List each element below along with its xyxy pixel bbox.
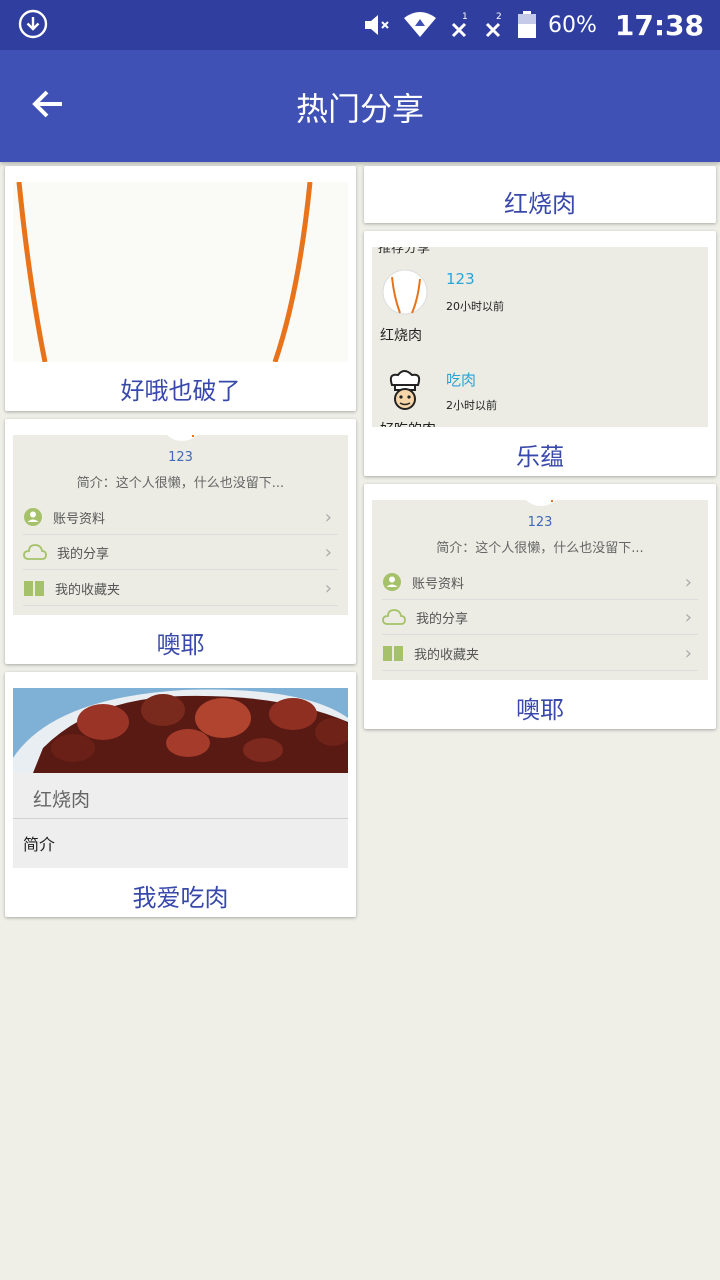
sim2-no-signal-icon: 2 — [485, 12, 502, 38]
page-title: 热门分享 — [295, 90, 424, 128]
share-card-5[interactable]: 123 简介：这个人很懒，什么也没留下... 账号资料 › 我的分享 › 我的收… — [364, 484, 716, 729]
feed-title: 红烧肉 — [380, 328, 422, 344]
dish-photo — [13, 688, 348, 773]
avatar — [519, 500, 563, 506]
book-icon — [24, 581, 44, 596]
volume-muted-icon — [364, 15, 389, 35]
svg-text:1: 1 — [462, 12, 468, 22]
avatar — [382, 269, 428, 315]
share-card-2[interactable]: 红烧肉 — [364, 166, 716, 223]
dish-title: 红烧肉 — [33, 789, 91, 811]
share-card-4[interactable]: 123 简介：这个人很懒，什么也没留下... 账号资料 › 我的分享 › 我的收… — [5, 419, 356, 664]
card-thumbnail: 推荐分享 123 20小时以前 红烧肉 吃肉 2小时以前 好吃的肉 — [372, 247, 708, 427]
profile-name: 123 — [527, 515, 553, 530]
card-caption: 噢耶 — [156, 631, 205, 659]
feed-user-name: 123 — [446, 270, 475, 288]
battery-icon — [517, 11, 536, 38]
chevron-right-icon: › — [684, 606, 692, 628]
menu-favorites: 我的收藏夹 › — [23, 571, 338, 606]
profile-bio: 简介：这个人很懒，什么也没留下... — [76, 476, 285, 491]
cloud-icon — [382, 609, 406, 625]
menu-shares: 我的分享 › — [23, 535, 338, 570]
card-thumbnail: 123 简介：这个人很懒，什么也没留下... 账号资料 › 我的分享 › 我的收… — [13, 435, 348, 615]
chevron-right-icon: › — [684, 642, 692, 664]
share-card-6[interactable]: 红烧肉 简介 我爱吃肉 — [5, 672, 356, 917]
chef-avatar — [389, 370, 421, 410]
wifi-icon — [403, 12, 436, 37]
menu-shares: 我的分享 › — [382, 600, 698, 635]
clock: 17:38 — [614, 8, 704, 42]
menu-favorites: 我的收藏夹 › — [382, 636, 698, 671]
menu-account: 账号资料 › — [382, 565, 698, 600]
thumb-header: 推荐分享 — [378, 247, 431, 256]
card-caption: 我爱吃肉 — [132, 884, 229, 912]
card-caption: 乐蕴 — [516, 443, 564, 471]
share-card-3[interactable]: 推荐分享 123 20小时以前 红烧肉 吃肉 2小时以前 好吃的肉 乐蕴 — [364, 231, 716, 476]
card-caption: 红烧肉 — [504, 190, 576, 218]
menu-account: 账号资料 › — [23, 500, 338, 535]
account-icon — [24, 508, 42, 526]
section-label: 简介 — [23, 835, 56, 854]
status-bar: 1 2 60% 17:38 — [0, 0, 720, 50]
book-icon — [383, 646, 403, 661]
share-card-1[interactable]: 好哦也破了 — [5, 166, 356, 411]
card-thumbnail — [13, 182, 348, 362]
sim1-no-signal-icon: 1 — [451, 12, 468, 38]
chevron-right-icon: › — [324, 506, 332, 528]
app-bar: 热门分享 — [0, 50, 720, 162]
card-caption: 好哦也破了 — [120, 377, 241, 405]
battery-percent: 60% — [547, 12, 597, 38]
chevron-right-icon: › — [324, 541, 332, 563]
chevron-right-icon: › — [324, 577, 332, 599]
cloud-icon — [23, 544, 47, 560]
profile-name: 123 — [168, 450, 193, 465]
account-icon — [383, 573, 401, 591]
chevron-right-icon: › — [684, 571, 692, 593]
card-caption: 噢耶 — [516, 696, 564, 724]
feed-user-name: 吃肉 — [446, 371, 477, 389]
download-icon — [18, 9, 48, 39]
avatar — [160, 435, 204, 441]
card-thumbnail: 红烧肉 简介 — [13, 688, 348, 868]
svg-text:2: 2 — [496, 12, 502, 22]
profile-bio: 简介：这个人很懒，什么也没留下... — [436, 541, 644, 556]
feed-title: 好吃的肉 — [380, 419, 436, 427]
feed-time: 2小时以前 — [446, 399, 497, 412]
feed-time: 20小时以前 — [446, 300, 504, 313]
divider — [13, 818, 348, 819]
card-thumbnail: 123 简介：这个人很懒，什么也没留下... 账号资料 › 我的分享 › 我的收… — [372, 500, 708, 680]
